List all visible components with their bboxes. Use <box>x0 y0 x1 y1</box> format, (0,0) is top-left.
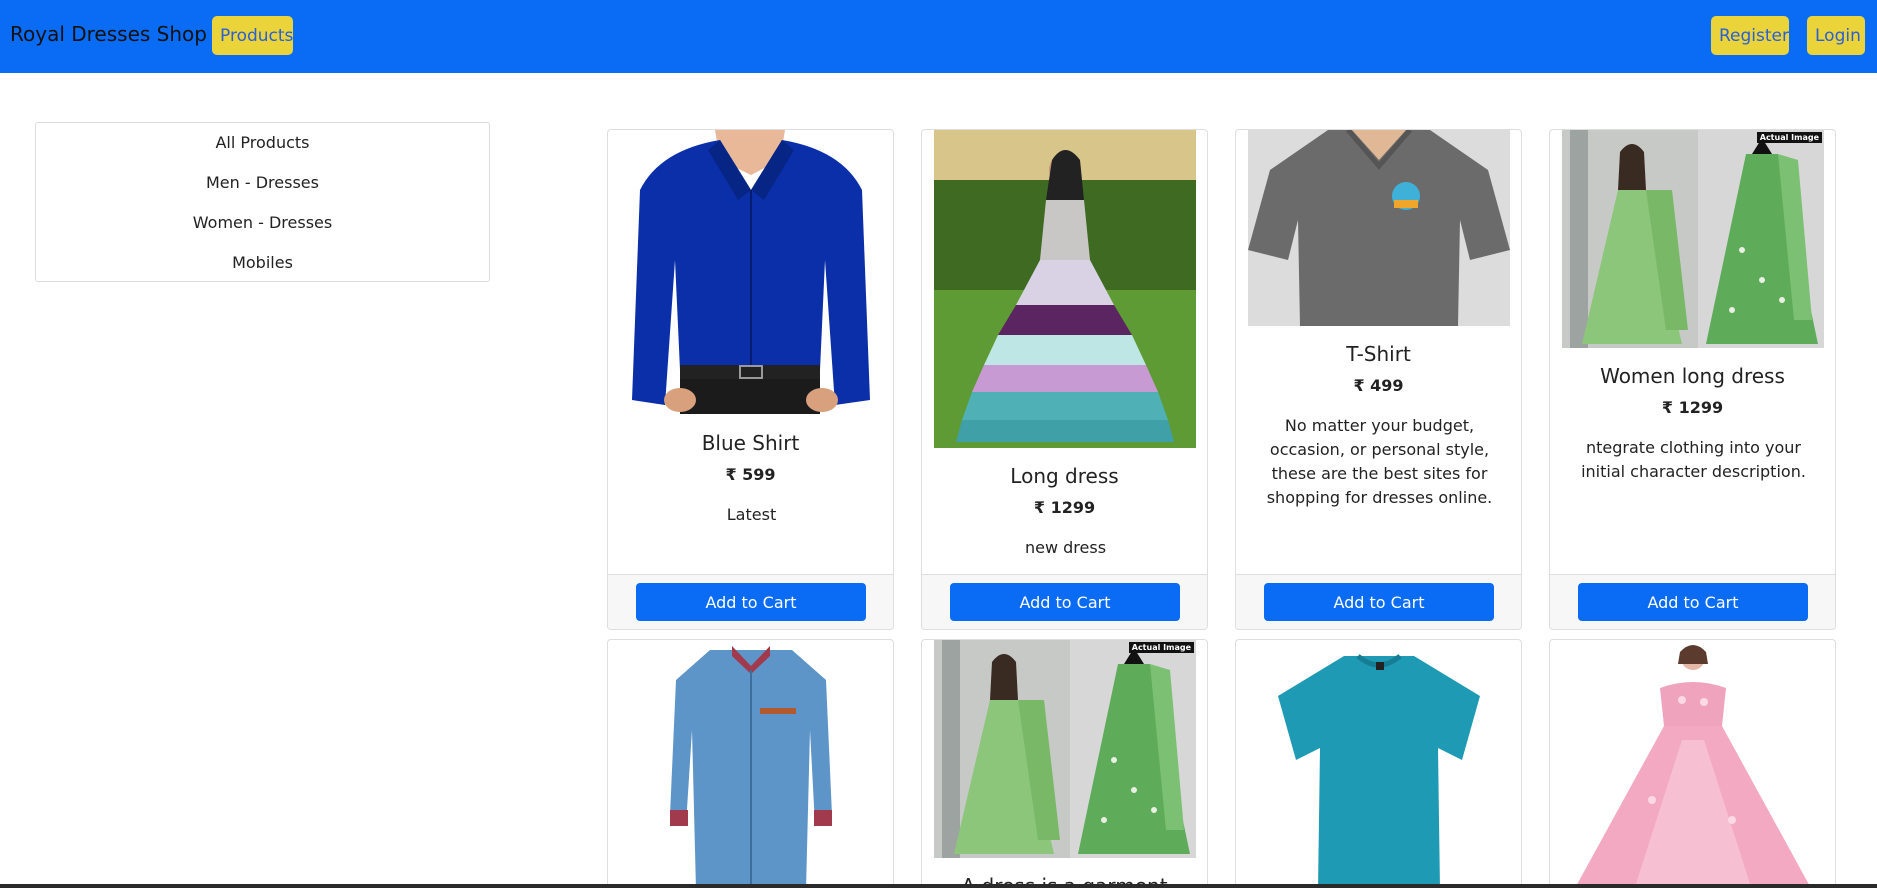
product-title: T-Shirt <box>1346 342 1411 366</box>
sidebar-item-mobiles[interactable]: Mobiles <box>36 253 489 272</box>
product-title: Long dress <box>1010 464 1119 488</box>
product-card-pink-gown <box>1549 639 1836 888</box>
add-to-cart-button[interactable]: Add to Cart <box>1264 583 1494 621</box>
denim-shirt-illustration <box>620 640 882 888</box>
add-to-cart-button[interactable]: Add to Cart <box>636 583 866 621</box>
product-price: ₹ 1299 <box>1661 398 1724 417</box>
brand-title[interactable]: Royal Dresses Shop <box>10 22 207 46</box>
green-gown-illustration <box>934 640 1196 858</box>
product-description: ntegrate clothing into your initial char… <box>1581 438 1806 481</box>
product-description: Latest <box>726 505 777 524</box>
add-to-cart-button[interactable]: Add to Cart <box>1578 583 1808 621</box>
product-image-long-dress[interactable] <box>934 130 1196 448</box>
shirt-illustration <box>620 130 882 414</box>
product-price: ₹ 499 <box>1353 376 1404 395</box>
product-image-blue-shirt[interactable] <box>620 130 882 414</box>
card-footer: Add to Cart <box>922 574 1207 629</box>
actual-image-badge: Actual Image <box>1128 642 1194 653</box>
category-sidebar: All Products Men - Dresses Women - Dress… <box>35 122 490 282</box>
actual-image-badge: Actual Image <box>1756 132 1822 143</box>
product-image-teal-t-shirt[interactable] <box>1248 640 1510 888</box>
product-card-t-shirt: T-Shirt ₹ 499 No matter your budget, occ… <box>1235 129 1522 630</box>
card-footer: Add to Cart <box>1236 574 1521 629</box>
product-description: No matter your budget, occasion, or pers… <box>1266 416 1493 507</box>
product-card-blue-shirt: Blue Shirt ₹ 599 Latest Add to Cart <box>607 129 894 630</box>
top-navbar: Royal Dresses Shop Products Register Log… <box>0 0 1877 73</box>
product-image-women-long-dress[interactable]: Actual Image <box>1562 130 1824 348</box>
login-button[interactable]: Login <box>1807 16 1865 55</box>
product-description: new dress <box>1024 538 1107 557</box>
teal-t-shirt-illustration <box>1248 640 1510 888</box>
product-card-long-dress: Long dress ₹ 1299 new dress Add to Cart <box>921 129 1208 630</box>
green-gown-illustration <box>1562 130 1824 348</box>
product-card-women-long-dress: Actual Image Women long dress ₹ 1299 nte… <box>1549 129 1836 630</box>
product-image-denim-shirt[interactable] <box>620 640 882 888</box>
pink-gown-illustration <box>1562 640 1824 888</box>
product-card-denim-shirt <box>607 639 894 888</box>
t-shirt-illustration <box>1248 130 1510 326</box>
sidebar-item-women-dresses[interactable]: Women - Dresses <box>36 213 489 232</box>
product-image-garment-dress[interactable]: Actual Image <box>934 640 1196 858</box>
product-card-garment-dress: Actual Image A dress is a garment <box>921 639 1208 888</box>
product-card-teal-t-shirt <box>1235 639 1522 888</box>
sidebar-item-men-dresses[interactable]: Men - Dresses <box>36 173 489 192</box>
dress-photo-illustration <box>934 130 1196 448</box>
card-footer: Add to Cart <box>608 574 893 629</box>
product-image-t-shirt[interactable] <box>1248 130 1510 326</box>
product-title: Women long dress <box>1600 364 1785 388</box>
products-button[interactable]: Products <box>212 16 293 55</box>
product-title: Blue Shirt <box>701 431 800 455</box>
card-footer: Add to Cart <box>1550 574 1835 629</box>
register-button[interactable]: Register <box>1711 16 1789 55</box>
add-to-cart-button[interactable]: Add to Cart <box>950 583 1180 621</box>
product-price: ₹ 1299 <box>1033 498 1096 517</box>
product-price: ₹ 599 <box>725 465 776 484</box>
product-image-pink-gown[interactable] <box>1562 640 1824 888</box>
window-bottom-edge <box>0 884 1877 888</box>
sidebar-item-all-products[interactable]: All Products <box>36 133 489 152</box>
